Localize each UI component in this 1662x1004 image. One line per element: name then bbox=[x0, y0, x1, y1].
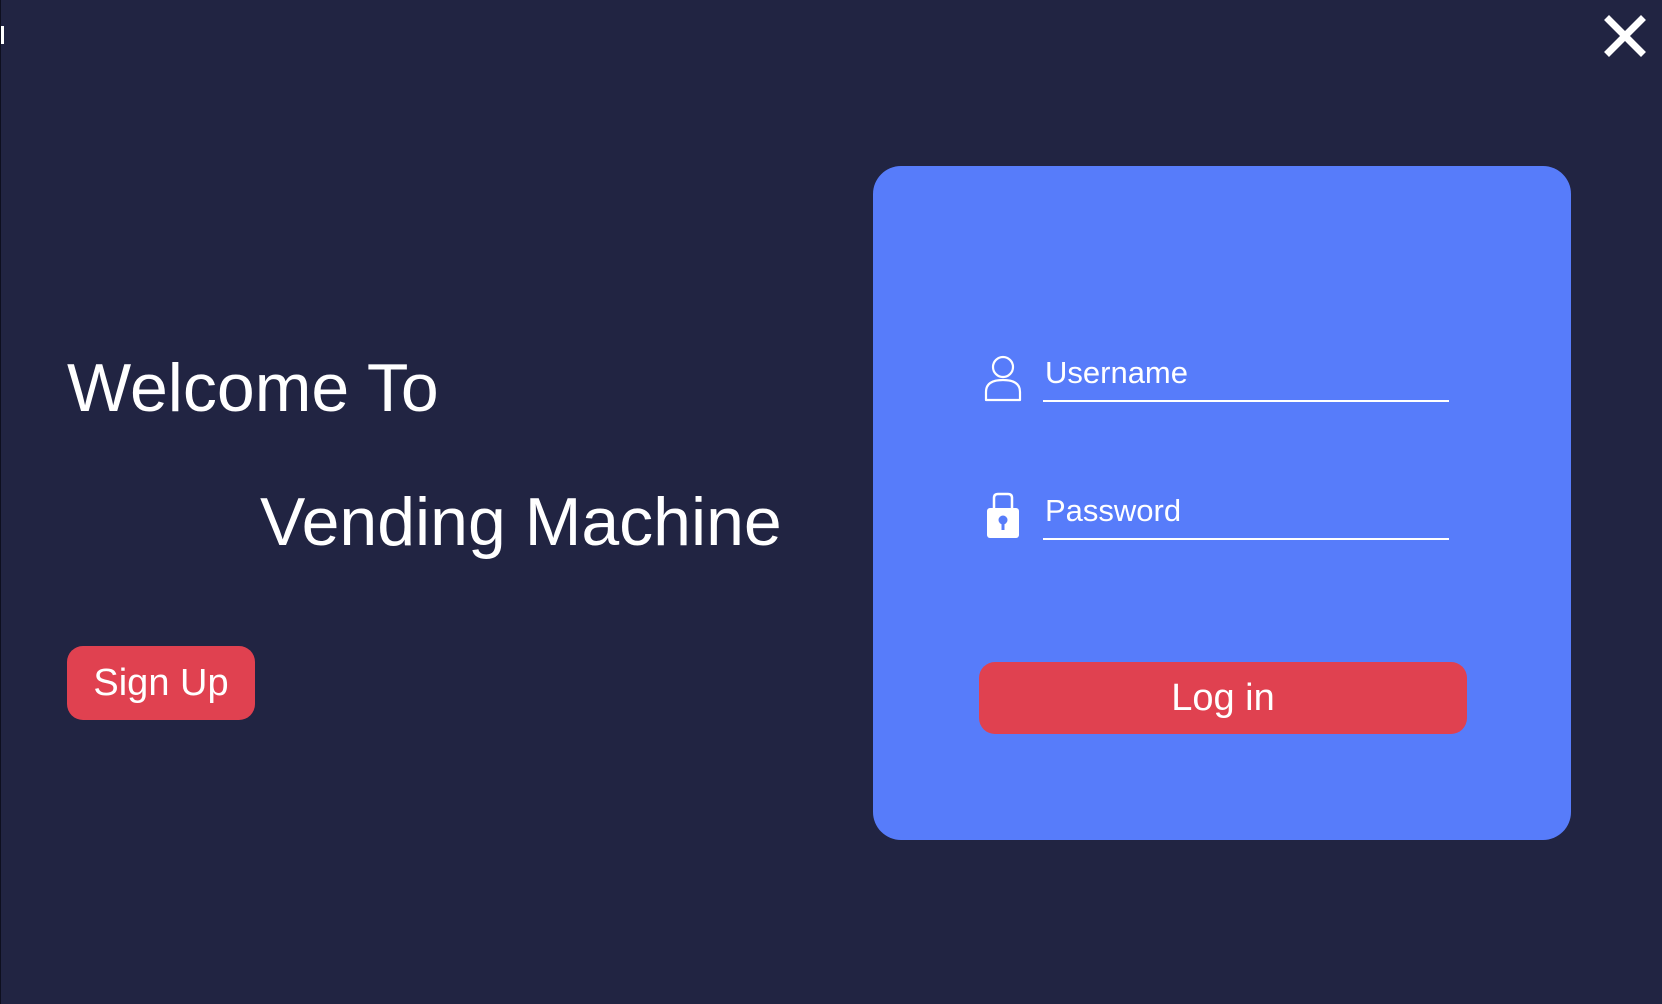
lock-icon bbox=[983, 492, 1023, 540]
window-edge-marker bbox=[1, 26, 4, 44]
log-in-button[interactable]: Log in bbox=[979, 662, 1467, 734]
welcome-title-line1: Welcome To bbox=[67, 350, 439, 426]
app-window: Welcome To Vending Machine Sign Up Log i… bbox=[0, 0, 1662, 1004]
password-field-underline bbox=[1043, 488, 1449, 540]
username-field-underline bbox=[1043, 350, 1449, 402]
login-card: Log in bbox=[873, 166, 1571, 840]
password-input[interactable] bbox=[1043, 488, 1449, 534]
welcome-title-line2: Vending Machine bbox=[260, 484, 782, 560]
close-icon bbox=[1604, 15, 1646, 57]
user-icon bbox=[983, 354, 1023, 402]
username-input[interactable] bbox=[1043, 350, 1449, 396]
sign-up-button[interactable]: Sign Up bbox=[67, 646, 255, 720]
close-button[interactable] bbox=[1601, 12, 1649, 60]
